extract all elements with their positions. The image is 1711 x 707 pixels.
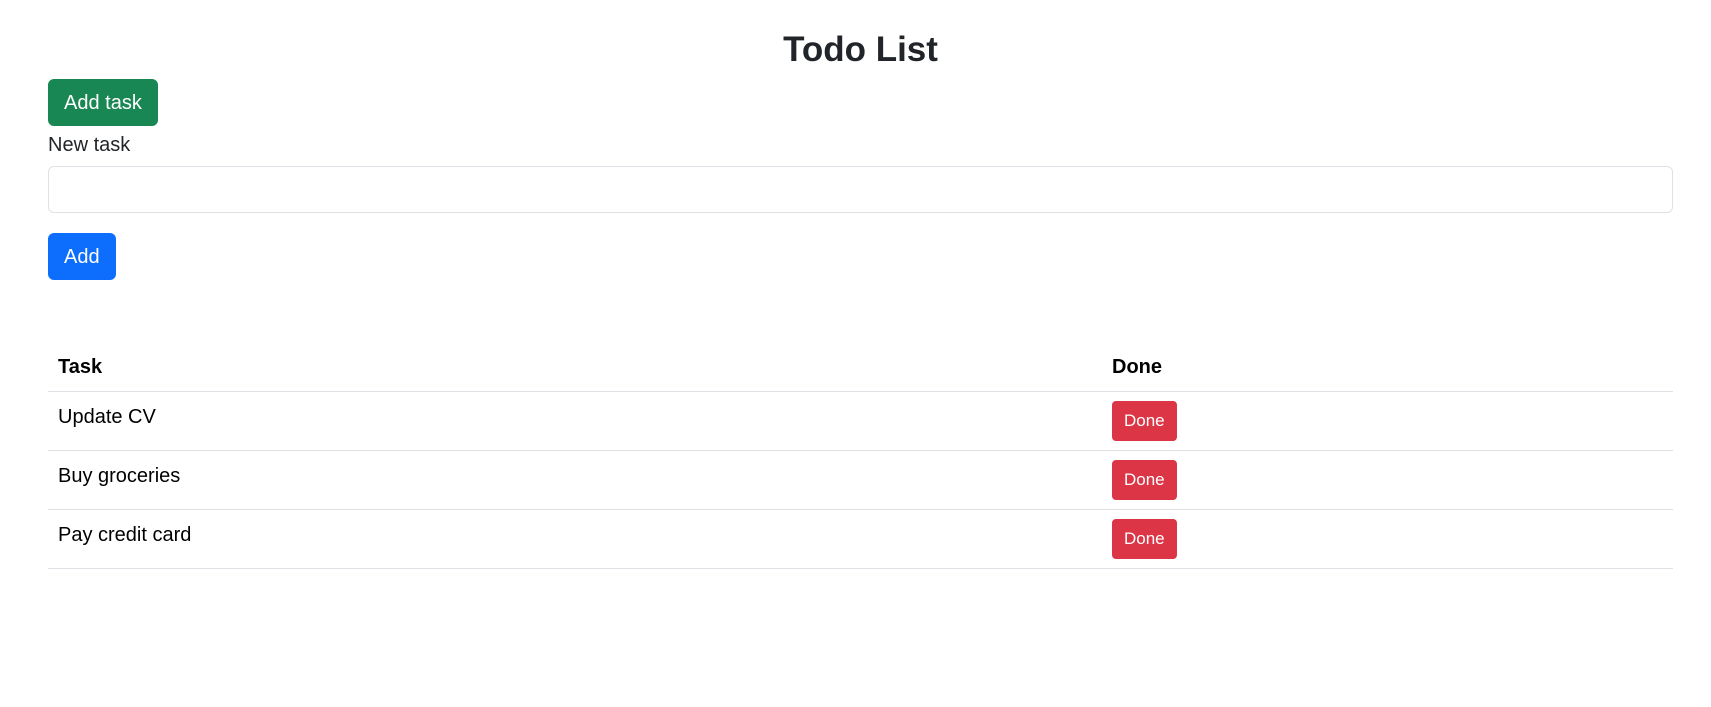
action-cell: Done <box>1102 509 1673 569</box>
done-button[interactable]: Done <box>1112 401 1177 441</box>
action-cell: Done <box>1102 450 1673 510</box>
add-task-button[interactable]: Add task <box>48 79 158 126</box>
task-cell: Buy groceries <box>48 450 1102 510</box>
column-header-done: Done <box>1102 343 1673 392</box>
task-cell: Update CV <box>48 391 1102 451</box>
add-button[interactable]: Add <box>48 233 116 280</box>
done-button[interactable]: Done <box>1112 519 1177 559</box>
page: Todo List Add task New task Add Task Don… <box>0 0 1711 707</box>
task-cell: Pay credit card <box>48 509 1102 569</box>
done-button[interactable]: Done <box>1112 460 1177 500</box>
main-container: Todo List Add task New task Add Task Don… <box>48 0 1673 569</box>
page-title: Todo List <box>783 30 938 69</box>
column-header-task: Task <box>48 343 1102 392</box>
table-row: Pay credit card Done <box>48 509 1673 569</box>
new-task-label: New task <box>48 134 131 156</box>
task-name: Buy groceries <box>58 464 181 487</box>
table-body: Update CV Done Buy groceries Done Pay cr… <box>48 391 1673 569</box>
new-task-input[interactable] <box>48 166 1673 213</box>
action-cell: Done <box>1102 391 1673 451</box>
table-head: Task Done <box>48 343 1673 392</box>
table-row: Buy groceries Done <box>48 450 1673 510</box>
task-name: Pay credit card <box>58 523 192 546</box>
table-row: Update CV Done <box>48 391 1673 451</box>
task-name: Update CV <box>58 405 156 428</box>
table-header-row: Task Done <box>48 343 1673 392</box>
task-table: Task Done Update CV Done Buy groceries D… <box>48 343 1673 569</box>
